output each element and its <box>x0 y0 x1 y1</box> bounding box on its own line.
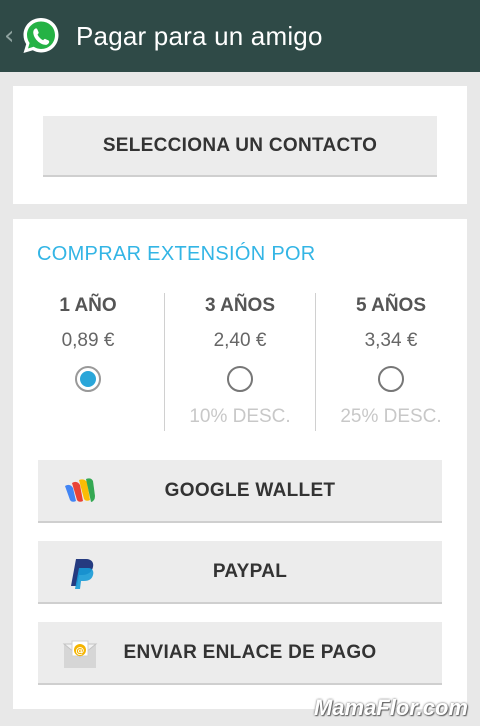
plan-radio-3-years[interactable] <box>227 366 253 392</box>
plan-radio-5-years[interactable] <box>378 366 404 392</box>
radio-selected-dot <box>80 371 96 387</box>
page-title: Pagar para un amigo <box>76 20 323 51</box>
plan-option-3-years[interactable]: 3 AÑOS 2,40 € 10% DESC. <box>165 289 315 434</box>
plan-name: 1 AÑO <box>59 295 117 316</box>
section-title: COMPRAR EXTENSIÓN POR <box>37 243 316 265</box>
plan-name: 5 AÑOS <box>355 295 427 316</box>
send-payment-link-label: ENVIAR ENLACE DE PAGO <box>123 641 377 663</box>
action-bar: ‹ Pagar para un amigo <box>0 0 480 72</box>
paypal-button[interactable]: PAYPAL <box>38 541 442 604</box>
contact-card: SELECCIONA UN CONTACTO <box>13 86 467 204</box>
paypal-icon <box>71 559 94 589</box>
plan-price: 3,34 € <box>364 330 418 351</box>
plan-options: 1 AÑO 0,89 € 3 AÑOS 2,40 € 10% DESC. 5 A… <box>13 289 467 434</box>
svg-text:@: @ <box>75 647 84 657</box>
email-envelope-icon: @ <box>62 640 98 668</box>
select-contact-button[interactable]: SELECCIONA UN CONTACTO <box>43 116 437 177</box>
plan-price: 0,89 € <box>61 330 115 351</box>
plan-option-1-year[interactable]: 1 AÑO 0,89 € <box>13 289 163 434</box>
plan-option-5-years[interactable]: 5 AÑOS 3,34 € 25% DESC. <box>316 289 466 434</box>
plan-radio-1-year[interactable] <box>75 366 101 392</box>
chevron-left-icon[interactable]: ‹ <box>4 23 18 49</box>
extension-card: COMPRAR EXTENSIÓN POR 1 AÑO 0,89 € 3 AÑO… <box>13 219 467 709</box>
watermark: MamaFlor.com <box>313 695 468 720</box>
plan-name: 3 AÑOS <box>204 295 276 316</box>
google-wallet-button[interactable]: GOOGLE WALLET <box>38 460 442 523</box>
whatsapp-icon[interactable] <box>20 15 62 57</box>
google-wallet-icon <box>65 478 95 502</box>
paypal-label: PAYPAL <box>212 560 288 582</box>
plan-discount: 25% DESC. <box>340 406 442 427</box>
send-payment-link-button[interactable]: @ ENVIAR ENLACE DE PAGO <box>38 622 442 685</box>
google-wallet-label: GOOGLE WALLET <box>164 479 336 501</box>
plan-discount: 10% DESC. <box>189 406 291 427</box>
plan-price: 2,40 € <box>213 330 267 351</box>
